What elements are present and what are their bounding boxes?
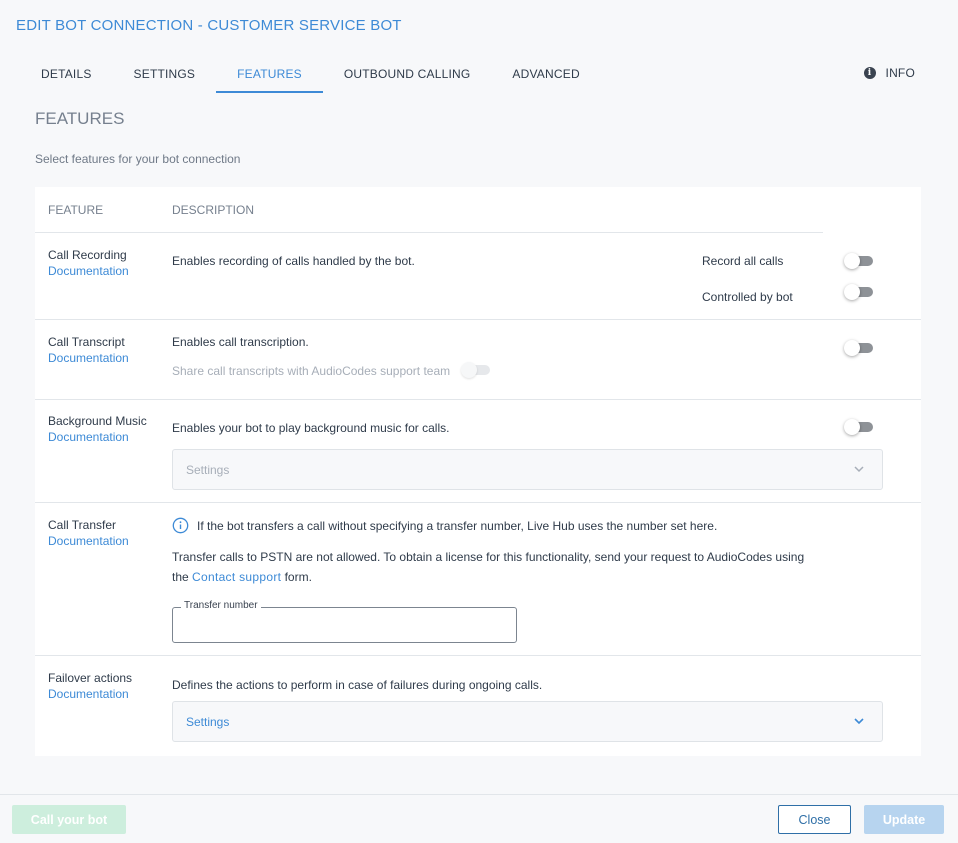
feature-name: Failover actions	[48, 671, 133, 685]
background-music-settings-select[interactable]: Settings	[172, 449, 883, 490]
feature-name: Call Recording	[48, 248, 127, 262]
documentation-link[interactable]: Documentation	[48, 351, 129, 365]
documentation-link[interactable]: Documentation	[48, 430, 129, 444]
chevron-down-icon	[854, 718, 864, 725]
transfer-number-field[interactable]: Transfer number	[172, 600, 517, 643]
tab-bar: DETAILS SETTINGS FEATURES OUTBOUND CALLI…	[20, 56, 601, 94]
contact-support-link[interactable]: Contact support	[192, 570, 281, 584]
documentation-link[interactable]: Documentation	[48, 534, 129, 548]
section-title: FEATURES	[35, 109, 125, 128]
record-all-calls-label: Record all calls	[702, 254, 784, 268]
feature-name: Call Transfer	[48, 518, 117, 532]
dialog-footer: Call your bot Close Update	[0, 794, 958, 843]
header-description: DESCRIPTION	[172, 203, 255, 217]
notice-suffix: form.	[284, 570, 312, 584]
transfer-info-text: If the bot transfers a call without spec…	[197, 519, 718, 533]
feature-row-call-recording: Call Recording Documentation Enables rec…	[35, 233, 921, 320]
share-transcripts-label: Share call transcripts with AudioCodes s…	[172, 364, 451, 378]
failover-settings-select[interactable]: Settings	[172, 701, 883, 742]
chevron-down-icon	[854, 466, 864, 473]
feature-row-background-music: Background Music Documentation Enables y…	[35, 400, 921, 503]
tab-outbound-calling[interactable]: OUTBOUND CALLING	[323, 56, 492, 93]
call-transcript-toggle[interactable]	[844, 340, 874, 356]
feature-row-failover: Failover actions Documentation Defines t…	[35, 656, 921, 756]
section-subtitle: Select features for your bot connection	[35, 152, 241, 166]
tab-details[interactable]: DETAILS	[20, 56, 113, 93]
feature-description: Defines the actions to perform in case o…	[172, 678, 543, 692]
close-button[interactable]: Close	[778, 805, 851, 834]
tab-features[interactable]: FEATURES	[216, 56, 323, 93]
select-value: Settings	[186, 463, 230, 477]
update-button[interactable]: Update	[864, 805, 944, 834]
features-table: FEATURE DESCRIPTION Call Recording Docum…	[35, 187, 921, 756]
transfer-notice-line1: Transfer calls to PSTN are not allowed. …	[172, 550, 805, 564]
documentation-link[interactable]: Documentation	[48, 264, 129, 278]
feature-description: Enables your bot to play background musi…	[172, 421, 450, 435]
select-value: Settings	[186, 715, 230, 729]
info-circle-icon	[172, 517, 189, 534]
feature-row-call-transfer: Call Transfer Documentation If the bot t…	[35, 503, 921, 656]
tab-settings[interactable]: SETTINGS	[113, 56, 217, 93]
call-your-bot-button[interactable]: Call your bot	[12, 805, 126, 834]
tab-info[interactable]: i INFO	[863, 66, 915, 80]
controlled-by-bot-label: Controlled by bot	[702, 290, 793, 304]
documentation-link[interactable]: Documentation	[48, 687, 129, 701]
background-music-toggle[interactable]	[844, 419, 874, 435]
transfer-number-input[interactable]	[181, 616, 506, 636]
controlled-by-bot-toggle[interactable]	[844, 284, 874, 300]
dialog-title: EDIT BOT CONNECTION - CUSTOMER SERVICE B…	[16, 17, 402, 34]
feature-description: Enables call transcription.	[172, 335, 309, 349]
header-feature: FEATURE	[48, 203, 104, 217]
table-header: FEATURE DESCRIPTION	[35, 187, 823, 233]
feature-row-call-transcript: Call Transcript Documentation Enables ca…	[35, 320, 921, 400]
feature-name: Background Music	[48, 414, 147, 428]
transfer-number-label: Transfer number	[181, 600, 261, 611]
share-transcripts-toggle[interactable]	[461, 362, 491, 378]
tab-advanced[interactable]: ADVANCED	[491, 56, 600, 93]
transfer-notice-line2: the Contact support form.	[172, 570, 312, 584]
feature-name: Call Transcript	[48, 335, 125, 349]
record-all-calls-toggle[interactable]	[844, 253, 874, 269]
notice-prefix: the	[172, 570, 189, 584]
feature-description: Enables recording of calls handled by th…	[172, 254, 415, 268]
tab-info-label: INFO	[885, 66, 915, 80]
info-icon: i	[863, 67, 876, 79]
